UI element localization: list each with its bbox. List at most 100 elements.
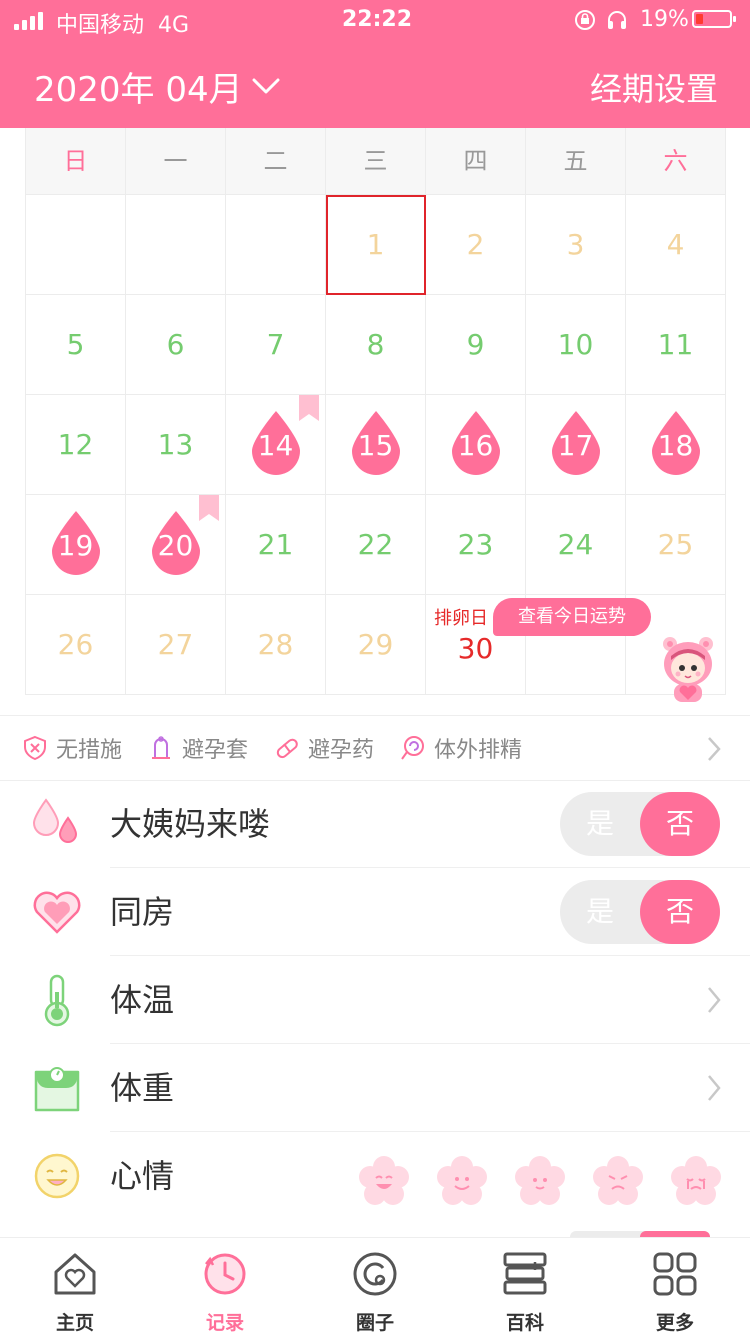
mascot-girl-icon[interactable]: [658, 634, 718, 706]
temperature-label: 体温: [110, 981, 175, 1019]
period-drops-icon: [32, 798, 78, 843]
contraception-bar: 无措施 避孕套 避孕药 体外排精: [0, 715, 750, 781]
daily-fortune-button[interactable]: 查看今日运势: [493, 598, 651, 636]
mood-crying-icon[interactable]: [670, 1155, 722, 1207]
period-settings-button[interactable]: 经期设置: [590, 64, 718, 110]
app-header: 中国移动 4G 22:22 19% 2020年 04月 经期设置: [0, 0, 750, 128]
bookmark-icon: [299, 395, 319, 421]
spiral-icon: [401, 736, 424, 760]
signal-icon: [14, 12, 46, 30]
period-row: 大姨妈来喽 是 否: [0, 780, 750, 868]
month-picker[interactable]: 2020年 04月: [34, 62, 281, 111]
period-day-cell[interactable]: 16: [426, 395, 526, 494]
day-cell[interactable]: 12: [26, 395, 126, 494]
day-cell[interactable]: 5: [26, 295, 126, 394]
weekday-label: 二: [226, 128, 326, 194]
weight-label: 体重: [110, 1069, 175, 1107]
home-icon: [54, 1253, 96, 1295]
headphones-icon: [606, 9, 628, 37]
weekday-label: 四: [426, 128, 526, 194]
period-day-cell[interactable]: 19: [26, 495, 126, 594]
day-cell[interactable]: 28: [226, 595, 326, 694]
contraception-option-withdrawal[interactable]: 体外排精: [400, 716, 522, 780]
circle-icon: [353, 1252, 397, 1296]
condom-icon: [152, 736, 170, 759]
day-cell[interactable]: 7: [226, 295, 326, 394]
tab-encyclopedia[interactable]: 百科: [450, 1238, 600, 1335]
tab-label: 记录: [205, 1312, 244, 1334]
day-cell[interactable]: 26: [26, 595, 126, 694]
chevron-right-icon: [708, 987, 721, 1013]
mood-content-icon[interactable]: [514, 1155, 566, 1207]
period-day-cell[interactable]: 15: [326, 395, 426, 494]
ovulation-label: 排卵日: [434, 608, 488, 629]
contraception-option-condom[interactable]: 避孕套: [148, 716, 248, 780]
toggle-yes[interactable]: 是: [560, 792, 640, 856]
toggle-no[interactable]: 否: [640, 792, 720, 856]
weekday-label: 六: [626, 128, 726, 194]
day-cell[interactable]: 11: [626, 295, 726, 394]
grid-icon: [653, 1252, 697, 1296]
day-cell[interactable]: 21: [226, 495, 326, 594]
scale-icon: [34, 1067, 80, 1112]
weekday-label: 一: [126, 128, 226, 194]
period-day-cell[interactable]: 18: [626, 395, 726, 494]
toggle-yes[interactable]: 是: [560, 880, 640, 944]
day-cell[interactable]: 10: [526, 295, 626, 394]
day-cell[interactable]: 22: [326, 495, 426, 594]
chevron-down-icon: [251, 65, 281, 105]
day-cell[interactable]: 8: [326, 295, 426, 394]
tab-record[interactable]: 记录: [150, 1238, 300, 1335]
day-cell[interactable]: 3: [526, 195, 626, 294]
day-cell[interactable]: 4: [626, 195, 726, 294]
tab-circle[interactable]: 圈子: [300, 1238, 450, 1335]
period-day-cell[interactable]: 17: [526, 395, 626, 494]
period-day-cell[interactable]: 14: [226, 395, 326, 494]
day-cell[interactable]: 24: [526, 495, 626, 594]
mood-sad-icon[interactable]: [592, 1155, 644, 1207]
chevron-right-icon[interactable]: [706, 736, 722, 762]
intimacy-toggle[interactable]: 是 否: [560, 880, 720, 944]
chevron-right-icon: [708, 1075, 721, 1101]
period-label: 大姨妈来喽: [110, 805, 271, 843]
option-label: 无措施: [56, 738, 123, 763]
temperature-row[interactable]: 体温: [0, 956, 750, 1044]
mood-laughing-icon[interactable]: [358, 1155, 410, 1207]
month-label: 2020年 04月: [34, 70, 243, 110]
tab-home[interactable]: 主页: [0, 1238, 150, 1335]
tab-more[interactable]: 更多: [600, 1238, 750, 1335]
day-cell[interactable]: 29: [326, 595, 426, 694]
toggle-no[interactable]: 否: [640, 880, 720, 944]
contraception-option-pill[interactable]: 避孕药: [274, 716, 374, 780]
status-time: 22:22: [342, 7, 413, 32]
period-toggle[interactable]: 是 否: [560, 792, 720, 856]
weekday-label: 三: [326, 128, 426, 194]
day-cell[interactable]: 9: [426, 295, 526, 394]
calendar-week: 19 20 21 22 23 24 25: [26, 495, 726, 595]
period-day-cell[interactable]: 20: [126, 495, 226, 594]
battery-icon: [692, 10, 736, 28]
weight-row[interactable]: 体重: [0, 1044, 750, 1132]
mood-smiling-icon[interactable]: [436, 1155, 488, 1207]
smiley-icon: [34, 1153, 80, 1199]
day-cell[interactable]: 2: [426, 195, 526, 294]
intimacy-label: 同房: [110, 893, 175, 931]
weekday-header: 日 一 二 三 四 五 六: [26, 128, 726, 195]
calendar-week: 1 2 3 4: [26, 195, 726, 295]
empty-day-cell: [226, 195, 326, 294]
heart-icon: [33, 891, 81, 934]
day-number: 16: [457, 429, 494, 462]
day-number: 17: [557, 429, 594, 462]
day-number: 30: [457, 632, 494, 665]
day-cell[interactable]: 27: [126, 595, 226, 694]
day-cell-selected[interactable]: 1: [326, 195, 426, 295]
empty-day-cell: [126, 195, 226, 294]
option-label: 避孕药: [308, 738, 375, 763]
day-cell[interactable]: 6: [126, 295, 226, 394]
weekday-label: 日: [26, 128, 126, 194]
tab-label: 更多: [655, 1312, 694, 1334]
contraception-option-none[interactable]: 无措施: [22, 716, 122, 780]
day-cell[interactable]: 23: [426, 495, 526, 594]
day-cell[interactable]: 25: [626, 495, 726, 594]
day-cell[interactable]: 13: [126, 395, 226, 494]
